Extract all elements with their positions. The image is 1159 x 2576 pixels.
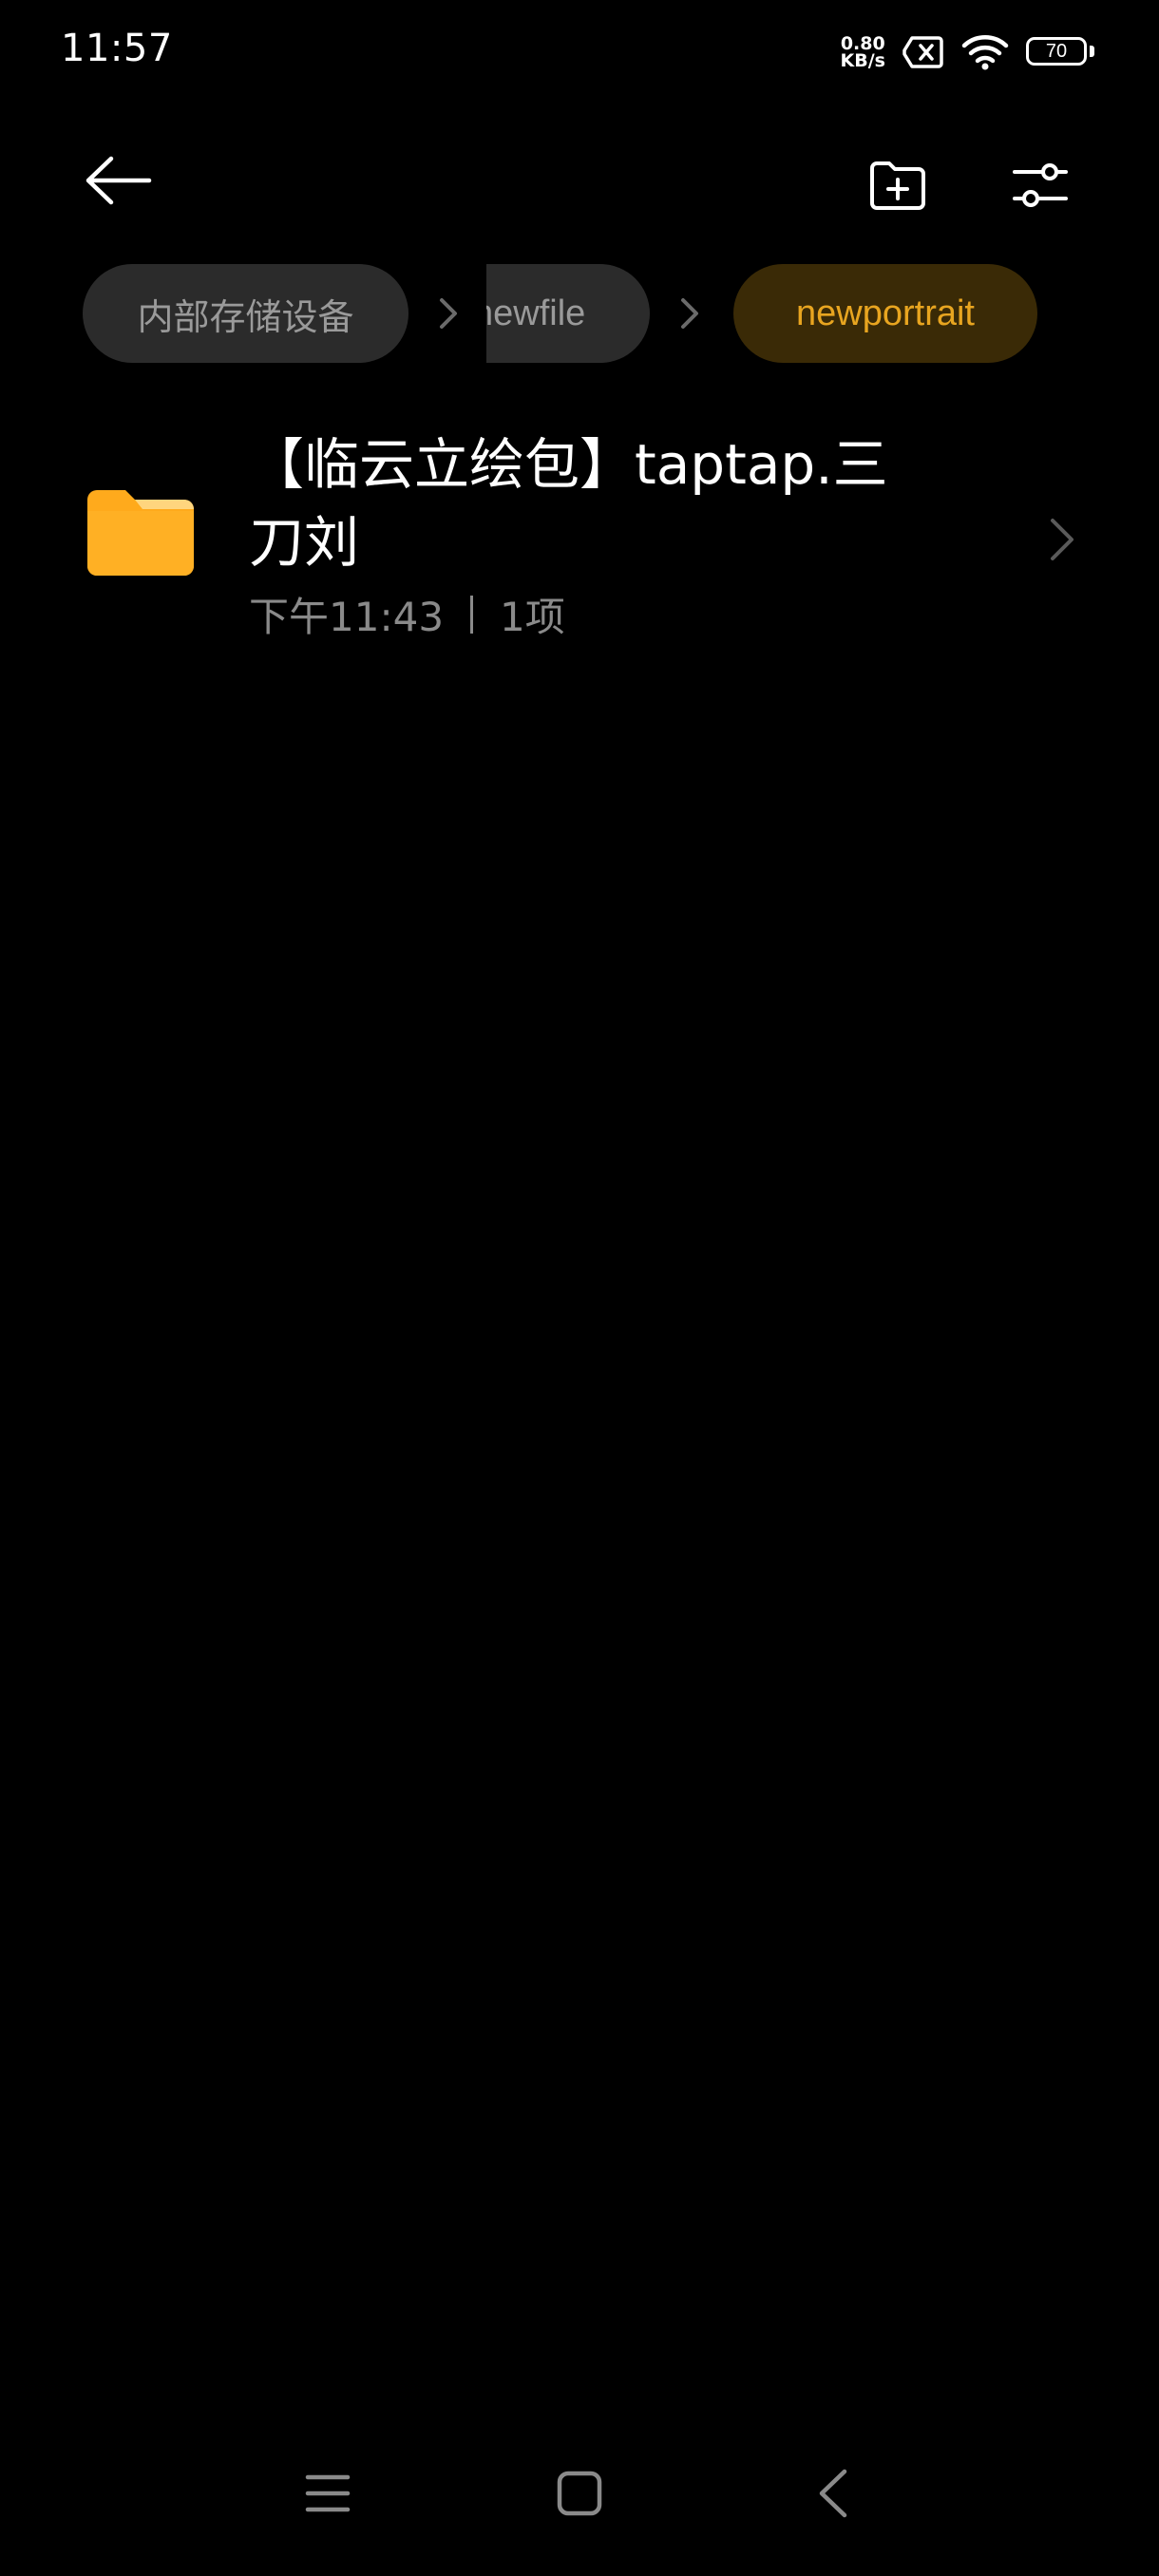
- folder-meta: 下午11:43 1项: [249, 585, 565, 643]
- network-speed: 0.80 KB/s: [840, 35, 885, 71]
- breadcrumb-newfile[interactable]: newfile: [486, 264, 650, 363]
- file-list: 【临云立绘包】taptap.三刀刘 下午11:43 1项: [0, 399, 1159, 674]
- filter-settings-button[interactable]: [1002, 147, 1078, 223]
- breadcrumb-internal-storage[interactable]: 内部存储设备: [83, 264, 408, 363]
- wifi-icon: [961, 34, 1009, 70]
- chevron-right-icon: [671, 294, 709, 332]
- breadcrumb-label: newportrait: [796, 293, 975, 333]
- sliders-icon: [1013, 163, 1068, 207]
- home-square-icon: [557, 2471, 602, 2516]
- status-icons: 0.80 KB/s 70: [841, 28, 1094, 76]
- folder-modified-time: 下午11:43: [249, 594, 445, 640]
- breadcrumb: 内部存储设备 newfile newportrait: [0, 264, 1159, 363]
- breadcrumb-label: 内部存储设备: [137, 295, 354, 338]
- chevron-right-icon: [1051, 519, 1074, 560]
- status-time: 11:57: [61, 27, 173, 70]
- system-nav-bar: [0, 2432, 1159, 2546]
- list-item[interactable]: 【临云立绘包】taptap.三刀刘 下午11:43 1项: [0, 399, 1159, 674]
- home-button[interactable]: [537, 2451, 622, 2536]
- status-bar: 11:57 0.80 KB/s 70: [0, 0, 1159, 104]
- network-speed-unit: KB/s: [840, 50, 885, 71]
- new-folder-button[interactable]: [860, 147, 936, 223]
- breadcrumb-label: newfile: [486, 293, 586, 333]
- back-button[interactable]: [76, 147, 162, 214]
- toolbar: [0, 123, 1159, 237]
- folder-item-count: 1项: [500, 594, 565, 640]
- battery-level: 70: [1026, 37, 1087, 66]
- system-back-button[interactable]: [790, 2451, 876, 2536]
- chevron-right-icon: [429, 294, 467, 332]
- back-arrow-icon: [86, 156, 152, 205]
- back-triangle-icon: [819, 2469, 847, 2518]
- folder-name: 【临云立绘包】taptap.三刀刘: [249, 432, 888, 575]
- recents-button[interactable]: [285, 2451, 370, 2536]
- breadcrumb-newportrait[interactable]: newportrait: [733, 264, 1037, 363]
- menu-icon: [305, 2474, 351, 2512]
- folder-icon: [87, 490, 194, 576]
- meta-divider: [470, 595, 474, 634]
- sim-off-icon: [902, 35, 944, 69]
- new-folder-icon: [870, 161, 925, 210]
- battery-icon: 70: [1026, 37, 1094, 67]
